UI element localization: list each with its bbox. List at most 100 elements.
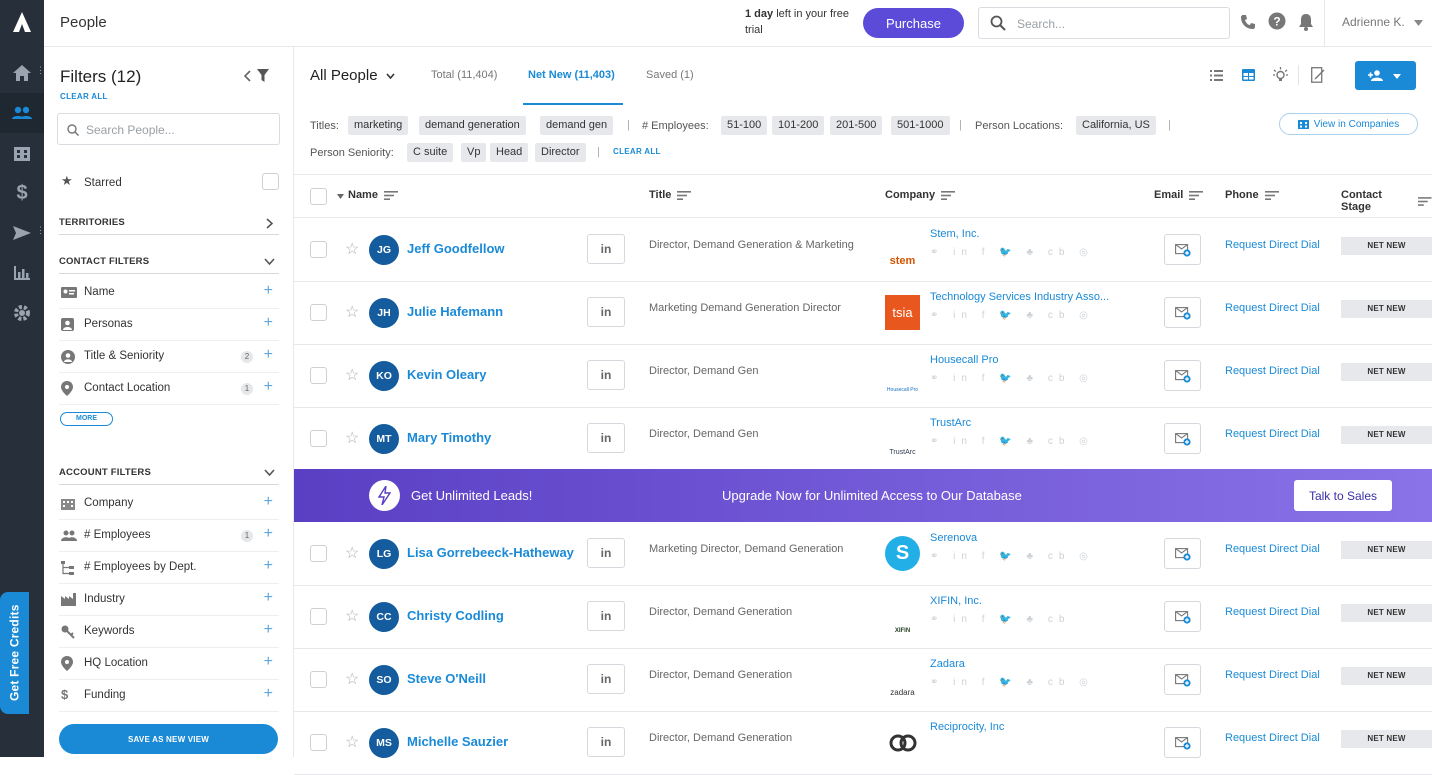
request-direct-dial-link[interactable]: Request Direct Dial xyxy=(1225,365,1320,377)
star-icon[interactable]: ☆ xyxy=(345,302,359,322)
company-name-link[interactable]: Stem, Inc. xyxy=(930,228,980,240)
email-lookup-button[interactable] xyxy=(1164,601,1201,632)
engage-more-icon[interactable]: ⋮ xyxy=(36,226,45,240)
table-row[interactable]: ☆ SO Steve O'Neill in Director, Demand Gener… xyxy=(294,649,1432,712)
company-social-icons[interactable]: ⚭ in f 🐦 ♣ cb ◎ xyxy=(930,677,1094,688)
company-name-link[interactable]: Serenova xyxy=(930,532,977,544)
add-contact-button[interactable] xyxy=(1355,61,1416,90)
table-row[interactable]: ☆ KO Kevin Oleary in Director, Demand Gen Hou… xyxy=(294,345,1432,408)
linkedin-button[interactable]: in xyxy=(587,664,625,694)
company-social-icons[interactable]: ⚭ in f 🐦 ♣ cb ◎ xyxy=(930,373,1094,384)
collapse-chevron-left-icon[interactable] xyxy=(243,70,251,82)
table-row[interactable]: ☆ MS Michelle Sauzier in Director, Demand Ge… xyxy=(294,712,1432,775)
person-name-link[interactable]: Steve O'Neill xyxy=(407,671,486,686)
linkedin-button[interactable]: in xyxy=(587,423,625,453)
star-icon[interactable]: ☆ xyxy=(345,543,359,563)
add-filter-icon[interactable]: + xyxy=(264,654,273,670)
filter-chip-seniority[interactable]: Director xyxy=(535,143,586,162)
clear-all-link[interactable]: CLEAR ALL xyxy=(60,92,108,101)
company-social-icons[interactable]: ⚭ in f 🐦 ♣ cb ◎ xyxy=(930,310,1094,321)
request-direct-dial-link[interactable]: Request Direct Dial xyxy=(1225,606,1320,618)
filter-chip-seniority[interactable]: Head xyxy=(490,143,529,162)
people-icon[interactable] xyxy=(0,93,44,133)
person-name-link[interactable]: Mary Timothy xyxy=(407,430,491,445)
email-lookup-button[interactable] xyxy=(1164,538,1201,569)
add-filter-icon[interactable]: + xyxy=(264,622,273,638)
row-checkbox[interactable] xyxy=(310,734,327,751)
view-selector[interactable]: All People xyxy=(310,67,395,84)
global-search-input[interactable]: Search... xyxy=(978,7,1230,39)
company-social-icons[interactable]: ⚭ in f 🐦 ♣ cb ◎ xyxy=(930,247,1094,258)
table-row[interactable]: ☆ MT Mary Timothy in Director, Demand Gen Tru… xyxy=(294,408,1432,471)
column-header-phone[interactable]: Phone xyxy=(1225,189,1279,201)
request-direct-dial-link[interactable]: Request Direct Dial xyxy=(1225,732,1320,744)
companies-icon[interactable] xyxy=(0,133,44,173)
territories-section[interactable]: TERRITORIES xyxy=(59,217,279,235)
email-lookup-button[interactable] xyxy=(1164,234,1201,265)
starred-checkbox[interactable] xyxy=(262,173,279,190)
email-lookup-button[interactable] xyxy=(1164,297,1201,328)
linkedin-button[interactable]: in xyxy=(587,297,625,327)
starred-filter[interactable]: ★ Starred xyxy=(59,172,279,196)
search-people-input[interactable]: Search People... xyxy=(57,113,280,145)
person-name-link[interactable]: Christy Codling xyxy=(407,608,504,623)
filter-name[interactable]: Name + xyxy=(59,277,279,309)
filter-chip-seniority[interactable]: Vp xyxy=(461,143,487,162)
column-header-contact-stage[interactable]: Contact Stage xyxy=(1341,189,1432,213)
row-checkbox[interactable] xyxy=(310,545,327,562)
tab-total[interactable]: Total (11,404) xyxy=(431,69,497,81)
row-checkbox[interactable] xyxy=(310,608,327,625)
company-name-link[interactable]: TrustArc xyxy=(930,417,971,429)
linkedin-button[interactable]: in xyxy=(587,360,625,390)
clear-filters-link[interactable]: CLEAR ALL xyxy=(613,147,661,156)
column-header-company[interactable]: Company xyxy=(885,189,956,201)
filter-chip-employees[interactable]: 501-1000 xyxy=(891,116,950,135)
filter-chip-employees[interactable]: 101-200 xyxy=(772,116,825,135)
deals-icon[interactable]: $ xyxy=(0,173,44,213)
edit-note-icon[interactable] xyxy=(1311,67,1325,83)
star-icon[interactable]: ☆ xyxy=(345,365,359,385)
purchase-button[interactable]: Purchase xyxy=(863,8,964,38)
add-filter-icon[interactable]: + xyxy=(264,526,273,542)
filter-chip-location[interactable]: California, US xyxy=(1076,116,1156,135)
request-direct-dial-link[interactable]: Request Direct Dial xyxy=(1225,428,1320,440)
filter-contact-location[interactable]: Contact Location 1 + xyxy=(59,373,279,405)
star-icon[interactable]: ☆ xyxy=(345,669,359,689)
insights-bulb-icon[interactable] xyxy=(1273,67,1288,83)
filter-chip-employees[interactable]: 51-100 xyxy=(721,116,768,135)
add-filter-icon[interactable]: + xyxy=(264,347,273,363)
filter-chip-title[interactable]: demand gen xyxy=(540,116,614,135)
contact-filters-section[interactable]: CONTACT FILTERS xyxy=(59,256,279,274)
row-checkbox[interactable] xyxy=(310,367,327,384)
tab-net-new[interactable]: Net New (11,403) xyxy=(528,69,615,81)
linkedin-button[interactable]: in xyxy=(587,727,625,757)
caret-down-icon[interactable] xyxy=(337,194,344,199)
row-checkbox[interactable] xyxy=(310,304,327,321)
add-filter-icon[interactable]: + xyxy=(264,315,273,331)
company-social-icons[interactable]: ⚭ in f 🐦 ♣ cb xyxy=(930,614,1070,625)
table-row[interactable]: ☆ JG Jeff Goodfellow in Director, Demand Gen… xyxy=(294,219,1432,282)
analytics-icon[interactable] xyxy=(0,253,44,293)
email-lookup-button[interactable] xyxy=(1164,664,1201,695)
linkedin-button[interactable]: in xyxy=(587,234,625,264)
company-name-link[interactable]: XIFIN, Inc. xyxy=(930,595,982,607)
filter-chip-title[interactable]: marketing xyxy=(348,116,409,135)
company-name-link[interactable]: Reciprocity, Inc xyxy=(930,721,1004,733)
filter-hq-location[interactable]: HQ Location + xyxy=(59,648,279,680)
phone-icon[interactable] xyxy=(1240,14,1256,30)
filter-chip-employees[interactable]: 201-500 xyxy=(830,116,883,135)
person-name-link[interactable]: Jeff Goodfellow xyxy=(407,241,505,256)
filter-chip-seniority[interactable]: C suite xyxy=(407,143,454,162)
table-row[interactable]: ☆ JH Julie Hafemann in Marketing Demand Gene… xyxy=(294,282,1432,345)
notifications-bell-icon[interactable] xyxy=(1298,13,1314,31)
company-social-icons[interactable]: ⚭ in f 🐦 ♣ cb ◎ xyxy=(930,436,1094,447)
filter-title-seniority[interactable]: Title & Seniority 2 + xyxy=(59,341,279,373)
column-header-title[interactable]: Title xyxy=(649,189,692,201)
email-lookup-button[interactable] xyxy=(1164,727,1201,758)
company-name-link[interactable]: Technology Services Industry Asso... xyxy=(930,291,1109,303)
email-lookup-button[interactable] xyxy=(1164,423,1201,454)
save-as-new-view-button[interactable]: SAVE AS NEW VIEW xyxy=(59,724,278,754)
linkedin-button[interactable]: in xyxy=(587,601,625,631)
star-icon[interactable]: ☆ xyxy=(345,239,359,259)
add-filter-icon[interactable]: + xyxy=(264,494,273,510)
